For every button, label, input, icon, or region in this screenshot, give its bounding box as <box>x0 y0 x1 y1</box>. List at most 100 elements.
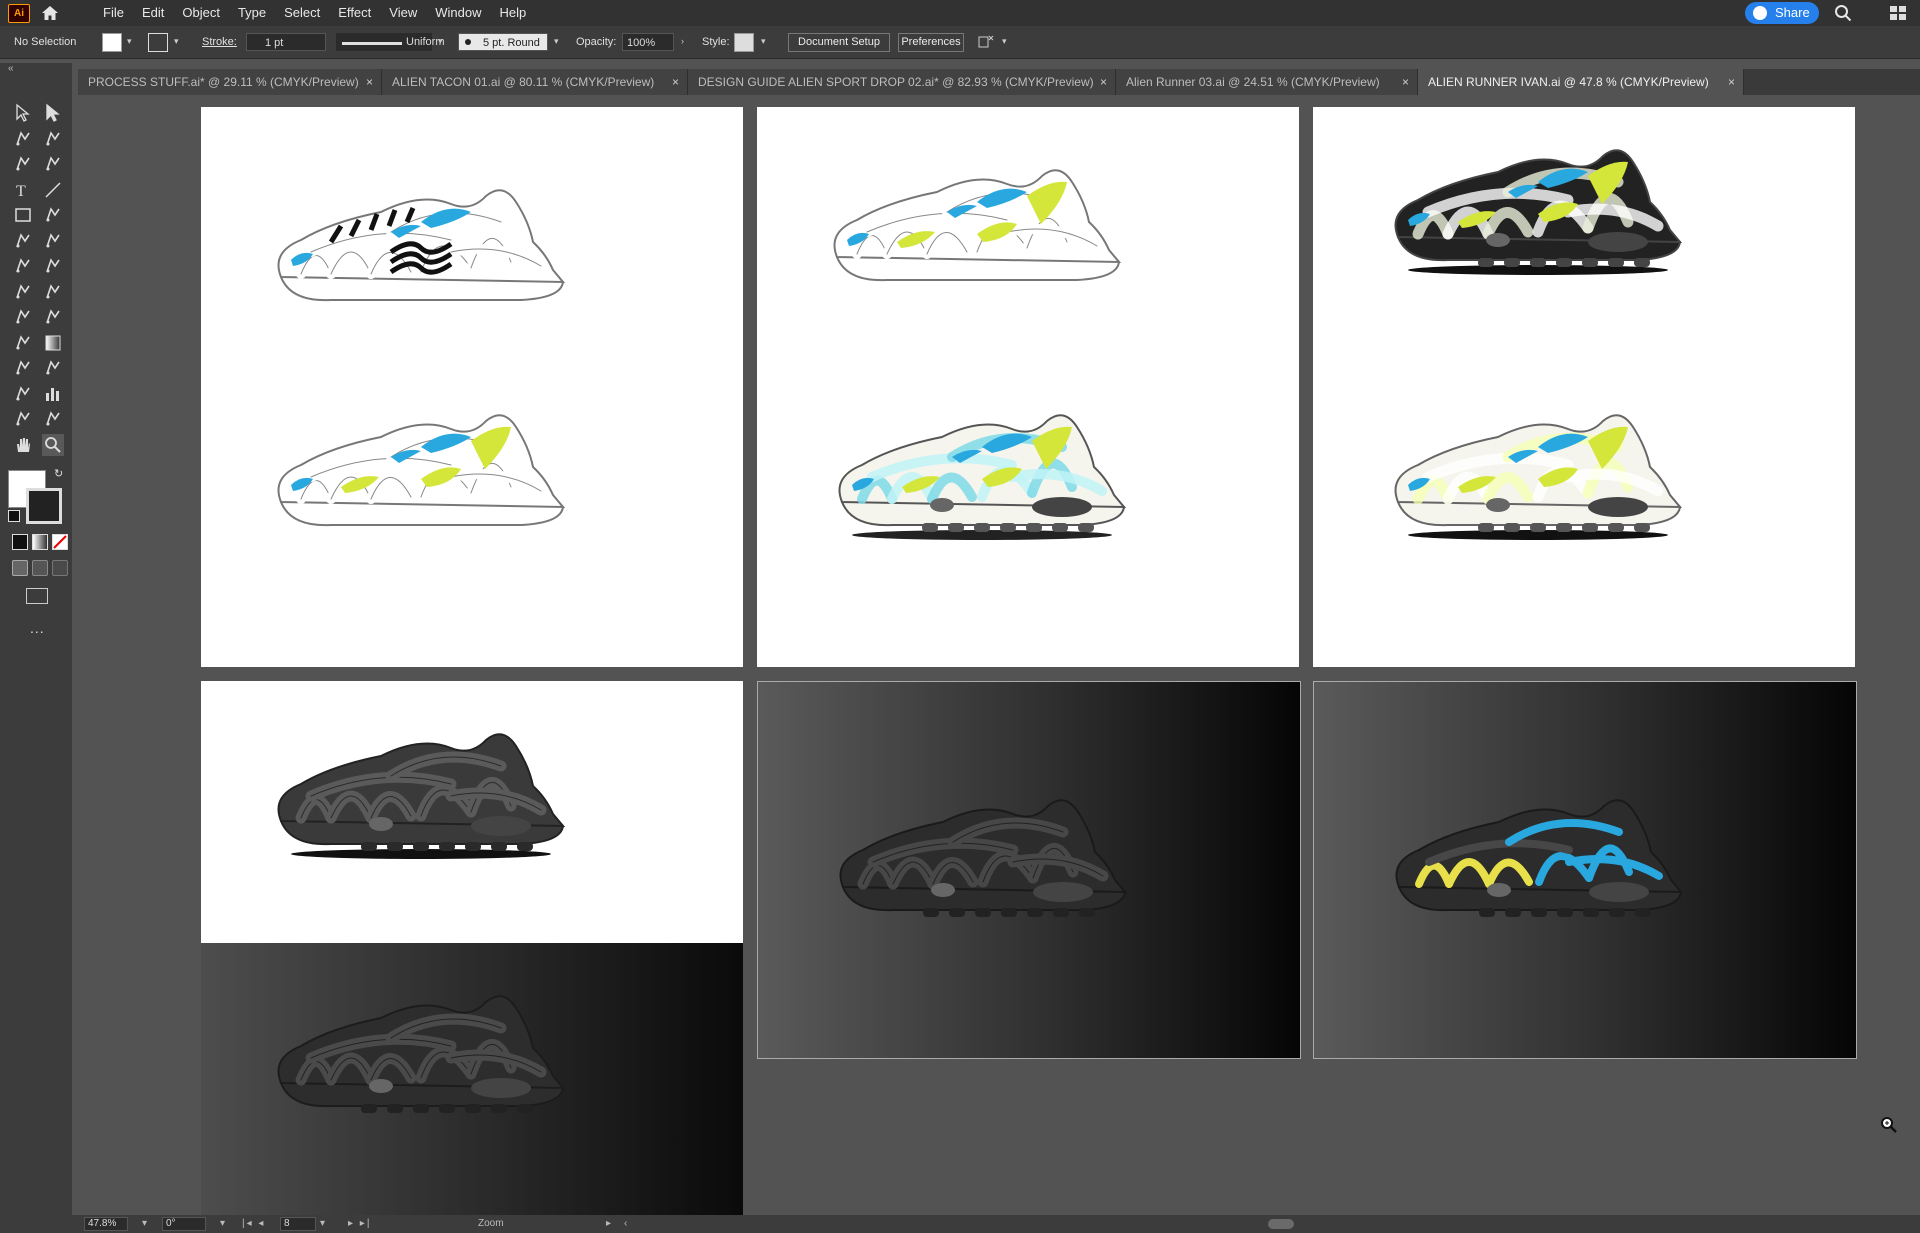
search-icon[interactable] <box>1834 4 1852 22</box>
color-mode-icon[interactable] <box>12 534 28 550</box>
tab-design-guide[interactable]: DESIGN GUIDE ALIEN SPORT DROP 02.ai* @ 8… <box>688 69 1116 95</box>
type-tool-icon[interactable]: T <box>12 179 34 201</box>
tab-process-stuff[interactable]: PROCESS STUFF.ai* @ 29.11 % (CMYK/Previe… <box>78 69 382 95</box>
chevron-down-icon[interactable]: ▾ <box>142 1215 147 1233</box>
zoom-tool-icon[interactable] <box>42 433 64 456</box>
eyedropper-tool-icon[interactable] <box>12 357 34 379</box>
chevron-down-icon[interactable]: ▾ <box>438 37 446 46</box>
screen-mode-icon[interactable] <box>26 588 48 604</box>
menu-effect[interactable]: Effect <box>329 0 380 26</box>
artboard-tool-icon[interactable] <box>12 408 34 430</box>
chevron-right-icon[interactable]: › <box>681 37 689 46</box>
home-icon[interactable] <box>40 3 60 23</box>
brush-select[interactable]: 5 pt. Round <box>458 33 548 51</box>
menu-edit[interactable]: Edit <box>133 0 173 26</box>
mesh-tool-icon[interactable] <box>12 332 34 354</box>
artboard-5[interactable] <box>201 943 743 1215</box>
close-icon[interactable]: × <box>1100 69 1107 95</box>
gradient-tool-icon[interactable] <box>42 332 64 354</box>
artboard-4[interactable] <box>201 681 743 943</box>
horizontal-scrollbar-thumb[interactable] <box>1268 1219 1294 1229</box>
more-tools-icon[interactable]: ... <box>30 620 45 636</box>
line-tool-icon[interactable] <box>42 179 64 201</box>
chevron-down-icon[interactable]: ▾ <box>761 37 769 46</box>
tab-alien-runner-ivan[interactable]: ALIEN RUNNER IVAN.ai @ 47.8 % (CMYK/Prev… <box>1418 69 1744 95</box>
tab-alien-tacon[interactable]: ALIEN TACON 01.ai @ 80.11 % (CMYK/Previe… <box>382 69 688 95</box>
curvature-tool-icon[interactable] <box>42 153 64 175</box>
menu-type[interactable]: Type <box>229 0 275 26</box>
perspective-grid-tool-icon[interactable] <box>42 306 64 328</box>
blend-tool-icon[interactable] <box>42 357 64 379</box>
slice-tool-icon[interactable] <box>42 408 64 430</box>
chevron-down-icon[interactable]: ▾ <box>220 1215 225 1233</box>
paintbrush-tool-icon[interactable] <box>42 204 64 226</box>
scroll-left-icon[interactable]: ‹ <box>624 1215 627 1233</box>
zoom-cursor-icon <box>1880 1116 1898 1134</box>
artboard-7[interactable] <box>1313 681 1857 1059</box>
hand-tool-icon[interactable] <box>12 434 34 456</box>
zoom-field[interactable]: 47.8% <box>84 1217 128 1231</box>
magic-wand-tool-icon[interactable] <box>12 128 34 150</box>
artboard-6[interactable] <box>757 681 1301 1059</box>
rotate-tool-icon[interactable] <box>12 255 34 277</box>
status-menu-icon[interactable]: ▸ <box>606 1215 611 1233</box>
draw-inside-icon[interactable] <box>52 560 68 576</box>
artboard-1[interactable] <box>201 107 743 667</box>
document-setup-button[interactable]: Document Setup <box>788 33 890 52</box>
first-artboard-icon[interactable]: |◂ ◂ <box>242 1215 265 1233</box>
stroke-weight-field[interactable]: 1 pt <box>246 33 326 51</box>
none-mode-icon[interactable] <box>52 534 68 550</box>
stroke-swatch[interactable] <box>148 33 168 52</box>
stroke-label[interactable]: Stroke: <box>202 26 237 58</box>
chevron-down-icon[interactable]: ▾ <box>127 37 135 46</box>
symbol-sprayer-tool-icon[interactable] <box>12 383 34 405</box>
menu-file[interactable]: File <box>94 0 133 26</box>
artboard-number-field[interactable]: 8 <box>280 1217 316 1231</box>
workspace-switcher-icon[interactable] <box>1890 6 1906 20</box>
close-icon[interactable]: × <box>672 69 679 95</box>
free-transform-tool-icon[interactable] <box>42 281 64 303</box>
artboard-3[interactable] <box>1313 107 1855 667</box>
draw-behind-icon[interactable] <box>32 560 48 576</box>
menu-help[interactable]: Help <box>490 0 535 26</box>
rectangle-tool-icon[interactable] <box>12 204 34 226</box>
fill-swatch[interactable] <box>102 33 122 52</box>
chevron-down-icon[interactable]: ▾ <box>554 37 562 46</box>
default-colors-icon[interactable] <box>8 510 20 522</box>
eraser-tool-icon[interactable] <box>42 230 64 252</box>
preferences-button[interactable]: Preferences <box>898 33 964 52</box>
close-icon[interactable]: × <box>1402 69 1409 95</box>
chevron-down-icon[interactable]: ▾ <box>1002 37 1010 46</box>
draw-normal-icon[interactable] <box>12 560 28 576</box>
stroke-color-swatch[interactable] <box>26 488 62 524</box>
lasso-tool-icon[interactable] <box>42 128 64 150</box>
rotation-field[interactable]: 0° <box>162 1217 206 1231</box>
chevron-down-icon[interactable]: ▾ <box>174 37 182 46</box>
close-icon[interactable]: × <box>366 69 373 95</box>
chevron-down-icon[interactable]: ▾ <box>320 1215 325 1233</box>
shape-builder-tool-icon[interactable] <box>12 306 34 328</box>
selection-tool-icon[interactable] <box>12 102 34 124</box>
collapse-icon[interactable]: « <box>8 63 14 74</box>
gradient-mode-icon[interactable] <box>32 534 48 550</box>
direct-selection-tool-icon[interactable] <box>42 102 64 124</box>
shaper-tool-icon[interactable] <box>12 230 34 252</box>
close-icon[interactable]: × <box>1728 69 1735 95</box>
pen-tool-icon[interactable] <box>12 153 34 175</box>
opacity-label[interactable]: Opacity: <box>576 26 616 58</box>
scale-tool-icon[interactable] <box>42 255 64 277</box>
menu-object[interactable]: Object <box>173 0 229 26</box>
swap-fill-stroke-icon[interactable]: ↻ <box>54 468 66 480</box>
arrange-documents-icon[interactable] <box>978 34 994 50</box>
menu-view[interactable]: View <box>380 0 426 26</box>
width-tool-icon[interactable] <box>12 281 34 303</box>
next-artboard-icon[interactable]: ▸ ▸| <box>348 1215 371 1233</box>
column-graph-tool-icon[interactable] <box>42 383 64 405</box>
menu-select[interactable]: Select <box>275 0 329 26</box>
share-button[interactable]: Share <box>1745 2 1819 24</box>
artboard-2[interactable] <box>757 107 1299 667</box>
style-swatch[interactable] <box>734 33 754 52</box>
menu-window[interactable]: Window <box>426 0 490 26</box>
opacity-field[interactable]: 100% <box>622 33 674 51</box>
tab-alien-runner-03[interactable]: Alien Runner 03.ai @ 24.51 % (CMYK/Previ… <box>1116 69 1418 95</box>
